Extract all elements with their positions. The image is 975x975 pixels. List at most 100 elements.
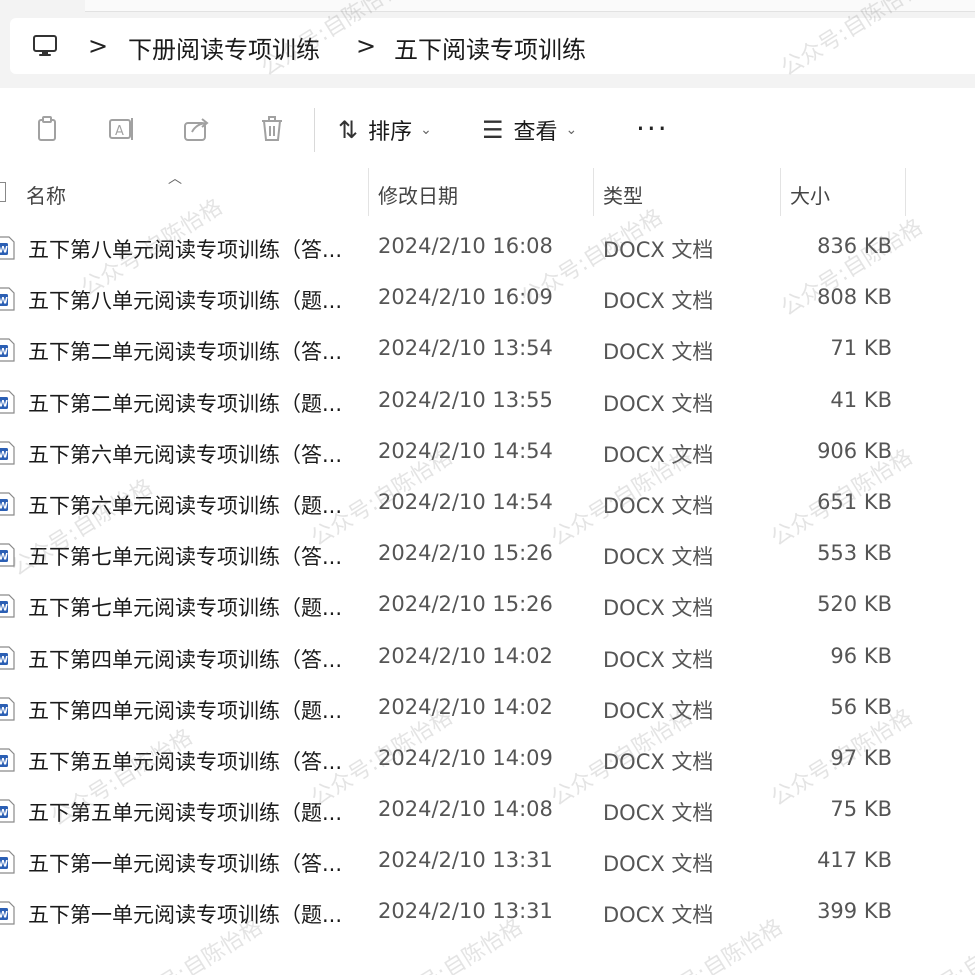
word-document-icon: W [0, 543, 15, 567]
svg-text:W: W [0, 297, 8, 307]
file-type: DOCX 文档 [603, 596, 714, 621]
file-type: DOCX 文档 [603, 749, 714, 774]
file-type: DOCX 文档 [603, 391, 714, 416]
word-document-icon: W [0, 901, 15, 926]
share-icon[interactable] [182, 114, 212, 144]
file-type: DOCX 文档 [603, 801, 714, 826]
view-button[interactable]: ☰ 查看 ⌄ [482, 110, 577, 150]
file-row[interactable]: W 五下第五单元阅读专项训练（答... 2024/2/10 14:09 DOCX 文档… [0, 734, 975, 785]
address-bar-area: > 下册阅读专项训练 > 五下阅读专项训练 [0, 0, 975, 88]
toolbar-divider [314, 108, 315, 152]
column-header-size[interactable]: 大小 [790, 180, 830, 209]
word-document-icon: W [0, 799, 15, 823]
column-header-row: ︿ 名称 修改日期 类型 大小 [0, 168, 975, 220]
file-row[interactable]: W 五下第七单元阅读专项训练（答... 2024/2/10 15:26 DOCX 文档… [0, 529, 975, 580]
file-name: 五下第六单元阅读专项训练（答... [28, 442, 343, 467]
select-all-checkbox[interactable] [0, 182, 6, 202]
copy-icon[interactable] [32, 114, 62, 144]
file-name: 五下第二单元阅读专项训练（答... [28, 340, 343, 365]
file-row[interactable]: W 五下第二单元阅读专项训练（题... 2024/2/10 13:55 DOCX 文档… [0, 376, 975, 427]
file-row[interactable]: W 五下第五单元阅读专项训练（题... 2024/2/10 14:08 DOCX 文档… [0, 785, 975, 836]
column-divider[interactable] [780, 168, 781, 216]
command-bar: A ⇅ 排序 ⌄ ☰ 查看 ⌄ ··· [0, 88, 975, 176]
svg-text:W: W [0, 348, 8, 358]
file-row[interactable]: W 五下第六单元阅读专项训练（答... 2024/2/10 14:54 DOCX 文档… [0, 427, 975, 478]
file-type: DOCX 文档 [603, 340, 714, 365]
file-type: DOCX 文档 [603, 289, 714, 314]
breadcrumb-item-parent[interactable]: 下册阅读专项训练 [128, 30, 320, 65]
svg-text:W: W [0, 757, 8, 767]
file-name: 五下第一单元阅读专项训练（答... [28, 852, 343, 877]
breadcrumb-item-current[interactable]: 五下阅读专项训练 [394, 30, 586, 65]
file-row[interactable]: W 五下第四单元阅读专项训练（题... 2024/2/10 14:02 DOCX 文档… [0, 683, 975, 734]
file-modified-date: 2024/2/10 15:26 [378, 541, 553, 566]
svg-text:W: W [0, 553, 8, 563]
svg-text:A: A [115, 124, 124, 139]
word-document-icon: W [0, 338, 15, 362]
more-options-button[interactable]: ··· [636, 112, 669, 145]
breadcrumb-separator[interactable]: > [356, 32, 376, 60]
file-name: 五下第五单元阅读专项训练（题... [28, 801, 343, 826]
delete-icon[interactable] [257, 114, 287, 144]
file-modified-date: 2024/2/10 14:02 [378, 694, 553, 719]
svg-text:W: W [0, 450, 8, 460]
file-row[interactable]: W 五下第二单元阅读专项训练（答... 2024/2/10 13:54 DOCX 文档… [0, 324, 975, 375]
file-type: DOCX 文档 [603, 852, 714, 877]
word-document-icon: W [0, 236, 15, 260]
file-size: 96 KB [830, 643, 892, 668]
file-size: 75 KB [830, 797, 892, 822]
file-modified-date: 2024/2/10 16:08 [378, 234, 553, 258]
view-list-icon: ☰ [482, 116, 504, 144]
sort-button[interactable]: ⇅ 排序 ⌄ [338, 110, 432, 150]
file-size: 808 KB [817, 285, 892, 310]
file-row[interactable]: W 五下第一单元阅读专项训练（题... 2024/2/10 13:31 DOCX 文档… [0, 887, 975, 938]
file-name: 五下第八单元阅读专项训练（题... [28, 289, 343, 314]
file-type: DOCX 文档 [603, 442, 714, 467]
column-divider[interactable] [593, 168, 594, 216]
file-type: DOCX 文档 [603, 493, 714, 518]
window-top-edge [85, 0, 975, 12]
column-divider[interactable] [905, 168, 906, 216]
column-header-type[interactable]: 类型 [603, 180, 643, 209]
file-row[interactable]: W 五下第八单元阅读专项训练（答... 2024/2/10 16:08 DOCX 文档… [0, 222, 975, 273]
file-size: 399 KB [817, 899, 892, 924]
svg-text:W: W [0, 860, 8, 870]
chevron-down-icon: ⌄ [420, 122, 432, 138]
file-type: DOCX 文档 [603, 647, 714, 672]
column-divider[interactable] [368, 168, 369, 216]
svg-text:W: W [0, 706, 8, 716]
file-row[interactable]: W 五下第六单元阅读专项训练（题... 2024/2/10 14:54 DOCX 文档… [0, 478, 975, 529]
file-modified-date: 2024/2/10 13:31 [378, 899, 553, 924]
svg-text:W: W [0, 911, 8, 921]
breadcrumb-separator[interactable]: > [88, 32, 108, 60]
word-document-icon: W [0, 441, 15, 465]
file-name: 五下第八单元阅读专项训练（答... [28, 238, 343, 262]
file-modified-date: 2024/2/10 13:54 [378, 336, 553, 361]
address-bar[interactable]: > 下册阅读专项训练 > 五下阅读专项训练 [10, 18, 975, 74]
file-row[interactable]: W 五下第七单元阅读专项训练（题... 2024/2/10 15:26 DOCX 文档… [0, 580, 975, 631]
file-type: DOCX 文档 [603, 238, 714, 262]
file-size: 553 KB [817, 541, 892, 566]
file-size: 71 KB [830, 336, 892, 361]
file-size: 906 KB [817, 438, 892, 463]
column-header-name[interactable]: 名称 [26, 180, 66, 209]
word-document-icon: W [0, 287, 15, 311]
file-name: 五下第五单元阅读专项训练（答... [28, 749, 343, 774]
word-document-icon: W [0, 389, 15, 414]
rename-icon[interactable]: A [107, 114, 137, 144]
sort-ascending-caret-icon: ︿ [168, 171, 182, 187]
file-row[interactable]: W 五下第八单元阅读专项训练（题... 2024/2/10 16:09 DOCX 文档… [0, 273, 975, 324]
this-pc-icon[interactable] [32, 34, 58, 58]
word-document-icon: W [0, 850, 15, 874]
file-name: 五下第七单元阅读专项训练（答... [28, 545, 343, 570]
svg-text:W: W [0, 655, 8, 665]
file-type: DOCX 文档 [603, 545, 714, 570]
file-size: 56 KB [830, 694, 892, 719]
file-size: 651 KB [817, 489, 892, 514]
word-document-icon: W [0, 748, 15, 772]
file-size: 836 KB [817, 234, 892, 258]
column-header-date[interactable]: 修改日期 [378, 180, 458, 209]
file-row[interactable]: W 五下第四单元阅读专项训练（答... 2024/2/10 14:02 DOCX 文档… [0, 632, 975, 683]
file-modified-date: 2024/2/10 14:08 [378, 797, 553, 822]
file-row[interactable]: W 五下第一单元阅读专项训练（答... 2024/2/10 13:31 DOCX 文档… [0, 836, 975, 887]
